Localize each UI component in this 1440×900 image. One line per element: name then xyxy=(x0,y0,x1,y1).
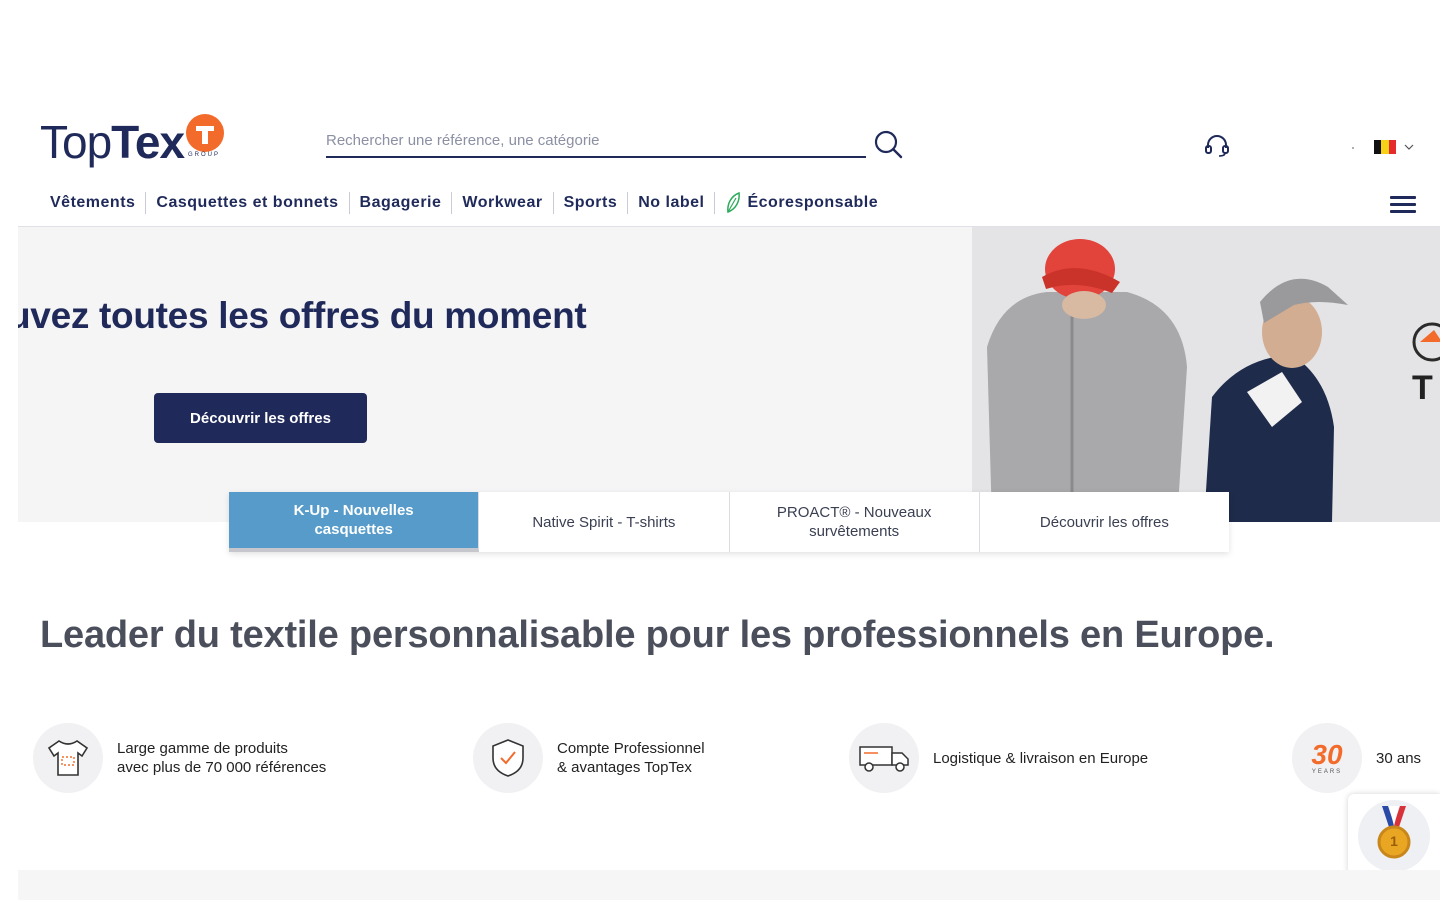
language-selector[interactable] xyxy=(1374,139,1418,155)
hero-title: uvez toutes les offres du moment xyxy=(18,295,587,336)
feature-line: Compte Professionnel xyxy=(557,740,705,757)
logo-wordmark: TopTex xyxy=(40,116,185,168)
headset-icon[interactable] xyxy=(1204,134,1230,158)
search-bar xyxy=(326,126,866,158)
feature-range: Large gamme de produits avec plus de 70 0… xyxy=(33,723,326,793)
bottom-section xyxy=(18,870,1440,900)
leader-heading: Leader du textile personnalisable pour l… xyxy=(40,614,1275,656)
main-nav: Vêtements Casquettes et bonnets Bagageri… xyxy=(40,188,888,218)
hero-tabs: K-Up - Nouvelles casquettes Native Spiri… xyxy=(229,492,1229,552)
nav-item-workwear[interactable]: Workwear xyxy=(452,192,554,214)
feature-line: avec plus de 70 000 références xyxy=(117,759,327,776)
logo-badge-icon xyxy=(186,114,224,152)
tab-proact[interactable]: PROACT® - Nouveaux survêtements xyxy=(730,492,980,552)
medal-number: 1 xyxy=(1390,833,1398,849)
search-icon[interactable] xyxy=(872,128,904,160)
discover-offers-button[interactable]: Découvrir les offres xyxy=(154,393,367,443)
nav-item-bagagerie[interactable]: Bagagerie xyxy=(350,192,453,214)
feature-line: 30 ans xyxy=(1376,749,1422,767)
nav-item-label: Écoresponsable xyxy=(747,194,879,211)
hero-image: T xyxy=(972,227,1440,522)
feature-line: Logistique & livraison en Europe xyxy=(933,749,1149,767)
feature-logistics: Logistique & livraison en Europe xyxy=(849,723,1148,793)
feature-line: Large gamme de produits xyxy=(117,740,288,757)
30-years-icon: 30 YEARS xyxy=(1292,723,1362,793)
nav-item-vetements[interactable]: Vêtements xyxy=(40,192,147,214)
nav-item-casquettes[interactable]: Casquettes et bonnets xyxy=(146,192,350,214)
years-badge-label: YEARS xyxy=(1311,769,1343,775)
hamburger-icon[interactable] xyxy=(1390,196,1416,214)
feature-line: & avantages TopTex xyxy=(557,759,692,776)
leaf-icon xyxy=(727,192,741,214)
shield-check-icon xyxy=(473,723,543,793)
logo-group-label: GROUP xyxy=(188,152,221,158)
hero-banner: uvez toutes les offres du moment Découvr… xyxy=(18,227,1440,522)
search-input[interactable] xyxy=(326,126,866,154)
feature-pro-account: Compte Professionnel & avantages TopTex xyxy=(473,723,705,793)
years-badge-number: 30 xyxy=(1311,739,1343,770)
hero-brand-partial-text: T xyxy=(1412,369,1433,407)
separator-dot xyxy=(1352,147,1354,149)
chevron-down-icon xyxy=(1404,144,1414,150)
belgium-flag-icon xyxy=(1374,140,1396,154)
nav-item-sports[interactable]: Sports xyxy=(554,192,629,214)
medal-icon: 1 xyxy=(1358,800,1430,872)
toptex-logo[interactable]: TopTex GROUP xyxy=(40,112,230,170)
nav-item-no-label[interactable]: No label xyxy=(628,192,716,214)
medal-widget[interactable]: 1 xyxy=(1348,794,1440,880)
truck-icon xyxy=(849,723,919,793)
tab-discover-offers[interactable]: Découvrir les offres xyxy=(980,492,1229,552)
tshirt-icon xyxy=(33,723,103,793)
nav-item-ecoresponsable[interactable]: Écoresponsable xyxy=(715,192,888,214)
feature-30-years: 30 YEARS 30 ans xyxy=(1292,723,1421,793)
tab-native-spirit[interactable]: Native Spirit - T-shirts xyxy=(479,492,730,552)
tab-kup[interactable]: K-Up - Nouvelles casquettes xyxy=(229,492,480,552)
